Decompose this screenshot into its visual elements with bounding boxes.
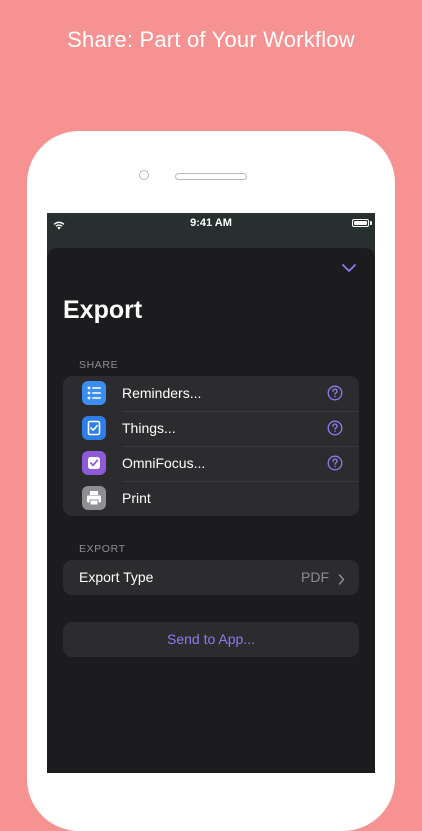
reminders-icon bbox=[82, 381, 106, 405]
battery-icon bbox=[352, 219, 369, 227]
share-item-label: Things... bbox=[122, 420, 176, 436]
print-icon bbox=[82, 486, 106, 510]
send-group: Send to App... bbox=[63, 622, 359, 657]
send-to-app-button[interactable]: Send to App... bbox=[63, 622, 359, 657]
export-type-value: PDF bbox=[301, 569, 329, 585]
page-title: Export bbox=[63, 296, 143, 324]
share-item-omnifocus[interactable]: OmniFocus... bbox=[63, 446, 359, 481]
chevron-right-icon bbox=[338, 572, 345, 590]
status-time: 9:41 AM bbox=[190, 217, 232, 229]
export-type-row[interactable]: Export Type PDF bbox=[63, 560, 359, 595]
things-icon bbox=[82, 416, 106, 440]
help-icon[interactable] bbox=[327, 385, 343, 401]
phone-screen: 9:41 AM Export SHARE Reminders... Things… bbox=[47, 213, 375, 773]
export-type-group: Export Type PDF bbox=[63, 560, 359, 595]
front-camera bbox=[139, 170, 149, 180]
share-item-things[interactable]: Things... bbox=[63, 411, 359, 446]
omnifocus-icon bbox=[82, 451, 106, 475]
earpiece-speaker bbox=[175, 173, 247, 180]
share-item-print[interactable]: Print bbox=[63, 481, 359, 516]
share-item-label: Print bbox=[122, 490, 151, 506]
help-icon[interactable] bbox=[327, 420, 343, 436]
share-item-reminders[interactable]: Reminders... bbox=[63, 376, 359, 411]
share-item-label: Reminders... bbox=[122, 385, 202, 401]
share-section-header: SHARE bbox=[79, 359, 119, 371]
headline: Share: Part of Your Workflow bbox=[67, 27, 355, 52]
export-section-header: EXPORT bbox=[79, 543, 126, 555]
export-type-label: Export Type bbox=[79, 569, 154, 585]
help-icon[interactable] bbox=[327, 455, 343, 471]
share-list: Reminders... Things... OmniFocus... Prin… bbox=[63, 376, 359, 516]
share-item-label: OmniFocus... bbox=[122, 455, 206, 471]
status-bar: 9:41 AM bbox=[47, 213, 375, 233]
chevron-down-icon[interactable] bbox=[339, 260, 359, 276]
battery-tip bbox=[370, 221, 372, 225]
export-sheet: Export SHARE Reminders... Things... Omni… bbox=[47, 248, 375, 773]
